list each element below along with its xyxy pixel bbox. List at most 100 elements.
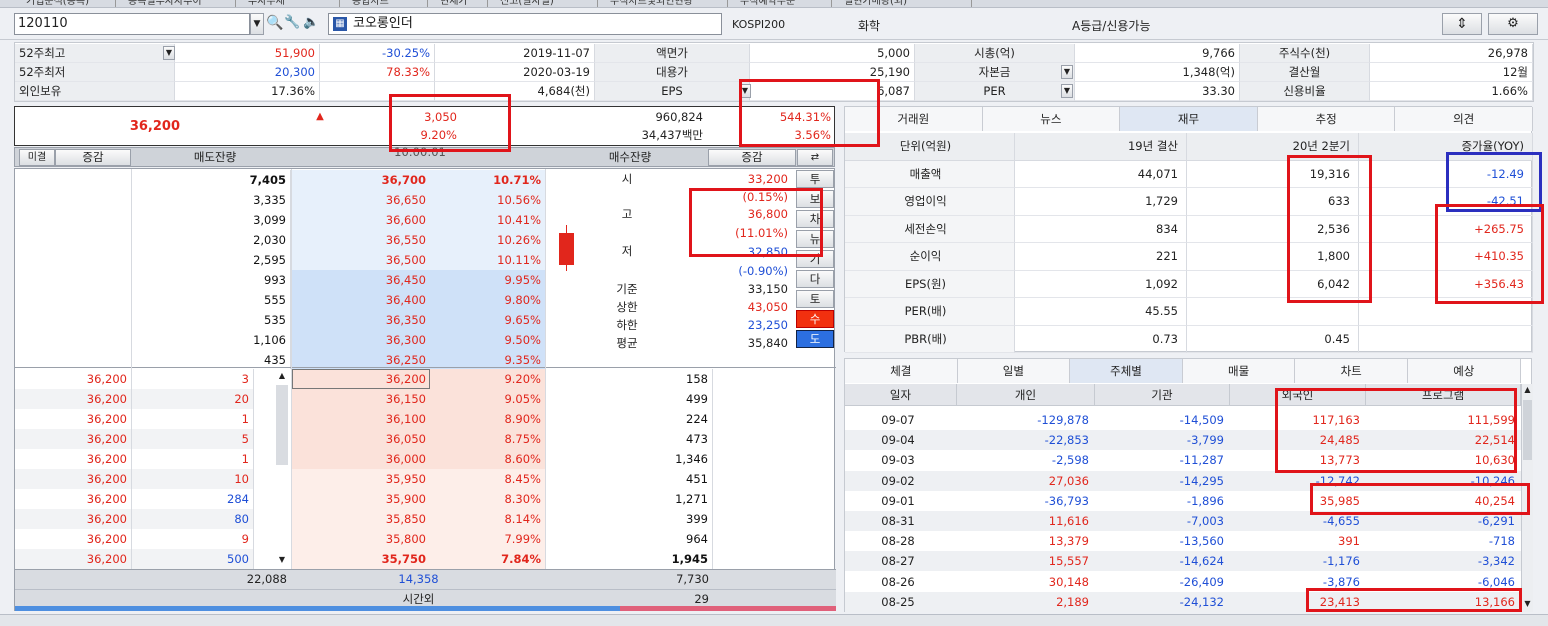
inv-tab-4[interactable]: 차트: [1295, 359, 1408, 383]
stock-info-table: 52주최고 51,900 -30.25% 2019-11-07 액면가 5,000 시총(억…: [14, 42, 1534, 102]
side-button-5[interactable]: 다: [796, 270, 834, 288]
fin-c-2: +265.75: [1359, 215, 1533, 243]
inv-cell-1-1: -22,853: [957, 430, 1095, 451]
side-button-7[interactable]: 수: [796, 310, 834, 328]
fin-b-6: 0.45: [1187, 325, 1359, 353]
investor-scrollbar[interactable]: ▲ ▼: [1521, 384, 1533, 612]
ask-price-3[interactable]: 36,550: [292, 230, 430, 250]
scroll-up-icon[interactable]: ▲: [276, 371, 288, 383]
orderbook-toggle-icon[interactable]: ⇄: [797, 149, 833, 166]
fin-tab-4[interactable]: 의견: [1395, 107, 1533, 131]
side-high_l: 고: [621, 207, 633, 221]
info-dropdown-1[interactable]: ▼: [1061, 65, 1073, 79]
side-button-0[interactable]: 투: [796, 170, 834, 188]
ask-pct-2: 10.41%: [430, 210, 545, 230]
inv-tab-5[interactable]: 예상: [1408, 359, 1521, 383]
ask-price-2[interactable]: 36,600: [292, 210, 430, 230]
inv-cell-0-3: 117,163: [1230, 410, 1366, 430]
bid-price-8[interactable]: 35,800: [292, 529, 430, 549]
ask-price-5[interactable]: 36,450: [292, 270, 430, 290]
ask-price-6[interactable]: 36,400: [292, 290, 430, 310]
inv-cell-1-4: 22,514: [1366, 430, 1521, 451]
bid-price-5[interactable]: 35,950: [292, 469, 430, 489]
inv-head-4: 프로그램: [1366, 384, 1521, 406]
fin-tab-3[interactable]: 추정: [1257, 107, 1396, 131]
top-tab-8[interactable]: 실현가매량(외): [832, 0, 972, 7]
inv-head-0: 일자: [845, 384, 957, 406]
top-tab-0[interactable]: 기업분석(종목): [14, 0, 116, 7]
bid-price-7[interactable]: 35,850: [292, 509, 430, 529]
fin-tab-2[interactable]: 재무: [1120, 107, 1258, 131]
inv-cell-8-4: -6,046: [1366, 571, 1521, 592]
search-icon[interactable]: 🔍: [266, 15, 283, 33]
inv-tab-1[interactable]: 일별: [957, 359, 1071, 383]
inv-tab-0[interactable]: 체결: [845, 359, 958, 383]
bid-price-0[interactable]: 36,200: [292, 369, 430, 389]
bid-price-9[interactable]: 35,750: [292, 549, 430, 569]
side-button-4[interactable]: 기: [796, 250, 834, 268]
fin-c-5: [1359, 298, 1533, 326]
sell-strength-bar: [15, 606, 620, 611]
info-v5-1: 1,348(억): [1075, 63, 1240, 82]
side-button-6[interactable]: 토: [796, 290, 834, 308]
ask-price-8[interactable]: 36,300: [292, 330, 430, 350]
top-tab-5[interactable]: 신고(일자별): [488, 0, 598, 7]
side-button-3[interactable]: 뉴: [796, 230, 834, 248]
bid-price-4[interactable]: 36,000: [292, 449, 430, 469]
trade-qty-0: 3: [131, 369, 253, 389]
ask-price-1[interactable]: 36,650: [292, 190, 430, 210]
ob-divider-1: [291, 169, 292, 569]
fin-tab-0[interactable]: 거래원: [845, 107, 983, 131]
scroll-down-icon[interactable]: ▼: [276, 555, 288, 567]
sell-change-button[interactable]: 증감: [55, 149, 131, 166]
info-dropdown-2[interactable]: ▼: [1061, 84, 1073, 98]
candle-body: [559, 233, 574, 265]
inv-head-1: 개인: [957, 384, 1095, 406]
side-button-2[interactable]: 차: [796, 210, 834, 228]
ask-price-0[interactable]: 36,700: [292, 170, 430, 190]
inv-tab-2[interactable]: 주체별: [1070, 359, 1183, 383]
info-dropdown-3[interactable]: ▼: [739, 84, 751, 98]
pending-button[interactable]: 미결: [19, 149, 55, 166]
swap-button[interactable]: ⇕: [1442, 13, 1482, 35]
inv-cell-3-3: -12,742: [1230, 470, 1366, 491]
bid-price-2[interactable]: 36,100: [292, 409, 430, 429]
inv-cell-7-4: -3,342: [1366, 551, 1521, 572]
speaker-icon[interactable]: 🔈: [303, 15, 319, 33]
top-tab-2[interactable]: 투자주체: [236, 0, 340, 7]
investor-scroll-thumb[interactable]: [1523, 400, 1532, 460]
bid-price-1[interactable]: 36,150: [292, 389, 430, 409]
code-dropdown-button[interactable]: ▼: [250, 13, 264, 35]
top-tab-6[interactable]: 주식차트및외인현황: [598, 0, 728, 7]
ask-qty-3: 2,030: [131, 230, 291, 250]
stock-code-input[interactable]: 120110: [14, 13, 250, 35]
inv-tab-3[interactable]: 매물: [1182, 359, 1296, 383]
scroll-thumb[interactable]: [276, 385, 288, 465]
bid-qty-6: 1,271: [555, 489, 713, 509]
bid-price-3[interactable]: 36,050: [292, 429, 430, 449]
ask-price-4[interactable]: 36,500: [292, 250, 430, 270]
top-tab-3[interactable]: 종합차트: [340, 0, 428, 7]
fin-name-2: 세전손익: [845, 215, 1015, 243]
ask-pct-6: 9.80%: [430, 290, 545, 310]
top-tab-4[interactable]: 현재가: [428, 0, 488, 7]
inv-cell-9-0: 08-25: [845, 591, 957, 612]
ask-price-7[interactable]: 36,350: [292, 310, 430, 330]
top-tab-1[interactable]: 종목별투자자추이: [116, 0, 236, 7]
info-dropdown-0[interactable]: ▼: [163, 46, 175, 60]
side-button-1[interactable]: 보: [796, 190, 834, 208]
inv-cell-7-3: -1,176: [1230, 551, 1366, 572]
fin-name-3: 순이익: [845, 243, 1015, 271]
inv-cell-4-0: 09-01: [845, 490, 957, 511]
bid-price-6[interactable]: 35,900: [292, 489, 430, 509]
ask-pct-5: 9.95%: [430, 270, 545, 290]
inv-cell-5-2: -7,003: [1095, 511, 1230, 531]
buy-change-button[interactable]: 증감: [708, 149, 796, 166]
trade-scrollbar[interactable]: ▲ ▼: [253, 369, 291, 569]
fin-tab-1[interactable]: 뉴스: [982, 107, 1121, 131]
wrench-icon[interactable]: 🔧: [284, 15, 300, 33]
side-button-8[interactable]: 도: [796, 330, 834, 348]
tools-button[interactable]: ⚙: [1488, 13, 1538, 35]
inv-cell-6-2: -13,560: [1095, 531, 1230, 552]
top-tab-7[interactable]: 주식예약주문: [728, 0, 832, 7]
